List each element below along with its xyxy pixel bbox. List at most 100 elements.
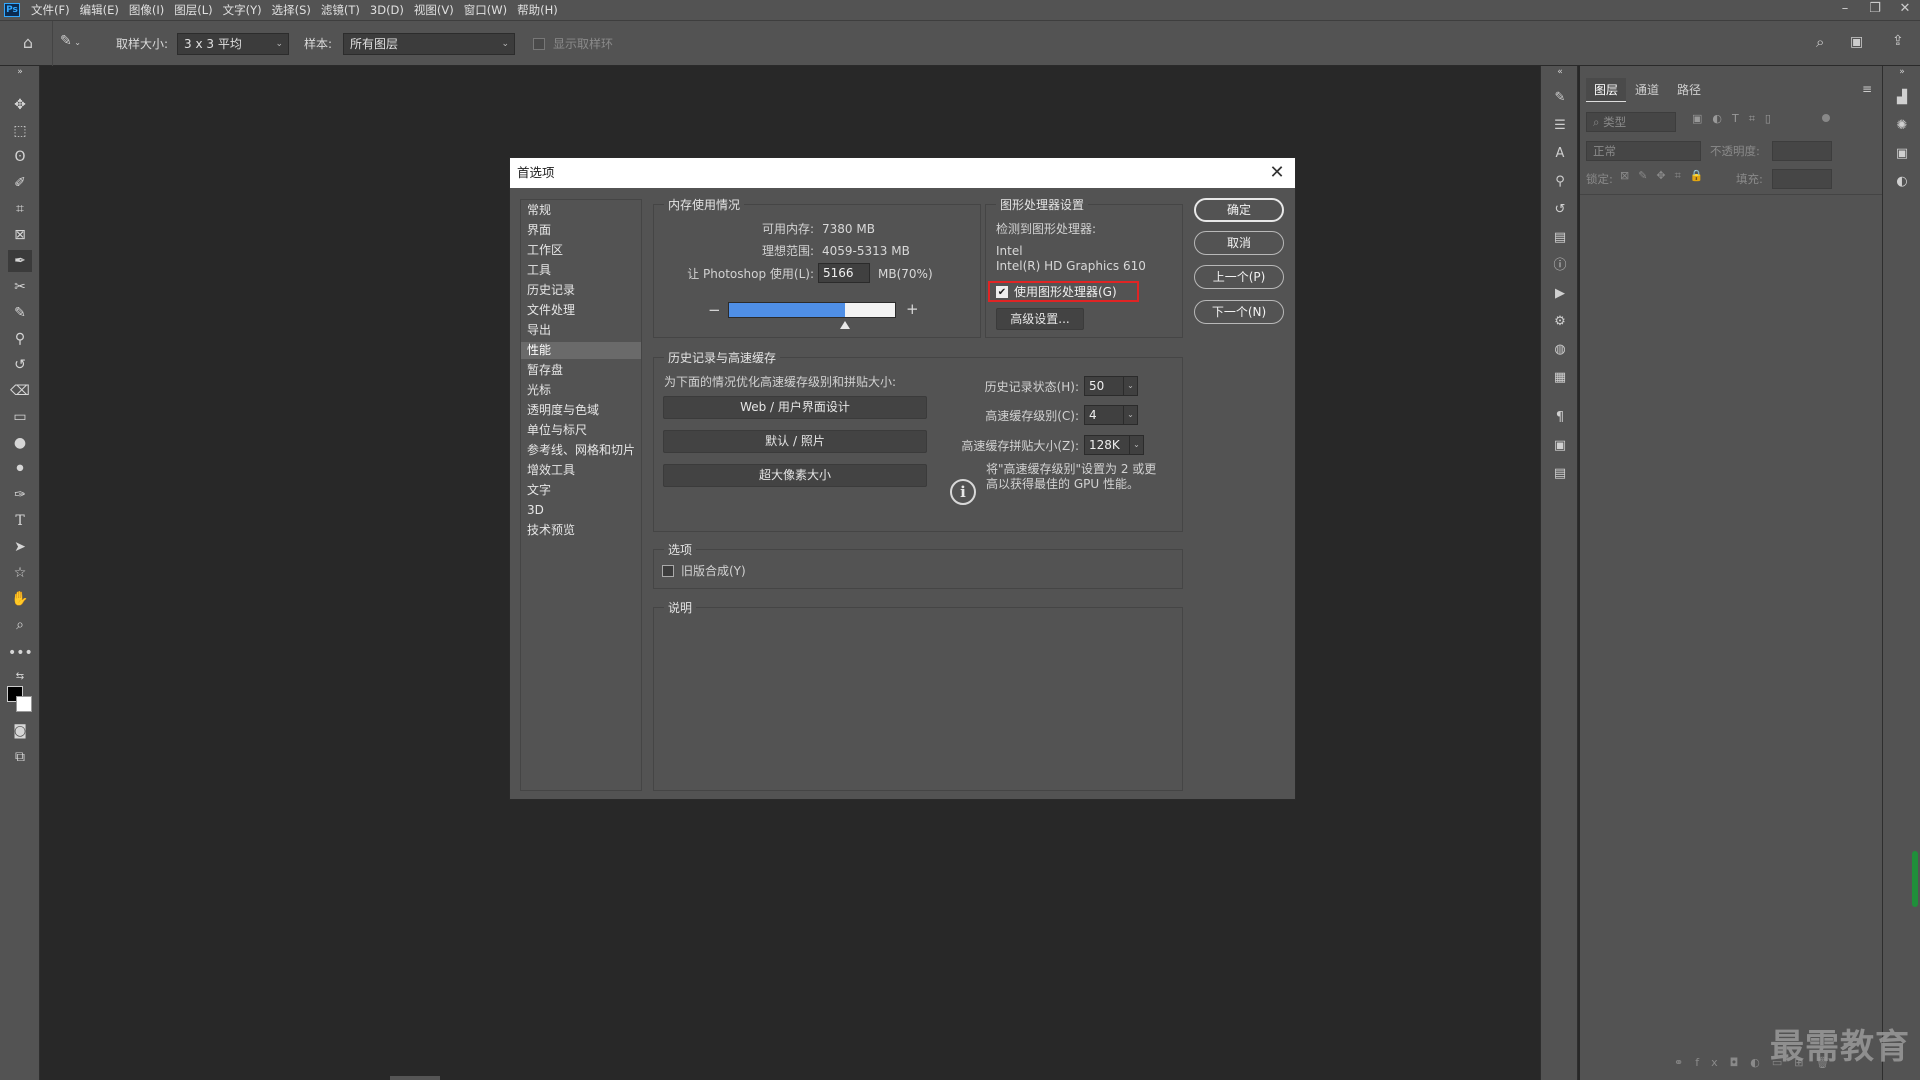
histogram-icon[interactable]: ▟ — [1892, 88, 1912, 108]
nav-tools[interactable]: 工具 — [521, 262, 641, 279]
slider-minus-icon[interactable]: − — [708, 302, 721, 318]
menu-edit[interactable]: 编辑(E) — [75, 0, 124, 20]
menu-layer[interactable]: 图层(L) — [169, 0, 217, 20]
quick-select-tool-icon[interactable]: ✐ — [8, 172, 32, 194]
history-icon[interactable]: ↺ — [1550, 200, 1570, 220]
lock-icons[interactable]: ⊠✎✥⌗🔒 — [1620, 169, 1730, 187]
next-button[interactable]: 下一个(N) — [1194, 300, 1284, 324]
eyedropper-preset-icon[interactable]: ✎ ⌄ — [60, 33, 94, 55]
blend-mode-select[interactable]: 正常 — [1586, 141, 1701, 161]
close-window-icon[interactable]: ✕ — [1890, 0, 1920, 20]
stamp-tool-icon[interactable]: ⚲ — [8, 328, 32, 350]
panel-menu-icon[interactable]: ≡ — [1862, 82, 1872, 96]
home-icon[interactable]: ⌂ — [18, 33, 38, 55]
fill-field[interactable] — [1772, 169, 1832, 189]
nav-tech-preview[interactable]: 技术预览 — [521, 522, 641, 539]
use-gpu-checkbox[interactable]: ✔ — [996, 286, 1008, 298]
brush-settings-icon[interactable]: ✎ — [1550, 88, 1570, 108]
nav-cursors[interactable]: 光标 — [521, 382, 641, 399]
nav-history[interactable]: 历史记录 — [521, 282, 641, 299]
close-icon[interactable]: ✕ — [1265, 158, 1289, 188]
eraser-tool-icon[interactable]: ⌫ — [8, 380, 32, 402]
menu-image[interactable]: 图像(I) — [124, 0, 169, 20]
menu-select[interactable]: 选择(S) — [267, 0, 316, 20]
background-color-swatch[interactable] — [16, 696, 32, 712]
notes-icon[interactable]: ▤ — [1550, 464, 1570, 484]
nav-export[interactable]: 导出 — [521, 322, 641, 339]
shape-tool-icon[interactable]: ☆ — [8, 562, 32, 584]
actions-icon[interactable]: ▶ — [1550, 284, 1570, 304]
legacy-compositing-label[interactable]: 旧版合成(Y) — [681, 563, 746, 579]
nav-plugins[interactable]: 增效工具 — [521, 462, 641, 479]
more-tools-icon[interactable]: ••• — [8, 642, 33, 664]
eyedropper-tool-icon[interactable]: ✒ — [8, 250, 32, 272]
menu-filter[interactable]: 滤镜(T) — [316, 0, 365, 20]
layer-filter-select[interactable]: ⌕ 类型 — [1586, 112, 1676, 132]
marquee-tool-icon[interactable]: ⬚ — [8, 120, 32, 142]
move-tool-icon[interactable]: ✥ — [8, 94, 32, 116]
zoom-tool-icon[interactable]: ⌕ — [8, 614, 32, 636]
advanced-settings-button[interactable]: 高级设置... — [996, 308, 1084, 330]
info-icon[interactable]: ⓘ — [1550, 256, 1570, 276]
hand-tool-icon[interactable]: ✋ — [8, 588, 32, 610]
nav-interface[interactable]: 界面 — [521, 222, 641, 239]
show-ring-checkbox[interactable] — [533, 38, 545, 50]
navigator-icon[interactable]: ✺ — [1892, 116, 1912, 136]
filter-toggle-icon[interactable] — [1822, 114, 1830, 122]
brush-tool-icon[interactable]: ✎ — [8, 302, 32, 324]
nav-workspace[interactable]: 工作区 — [521, 242, 641, 259]
history-states-select[interactable]: 50 ⌄ — [1084, 376, 1138, 396]
menu-type[interactable]: 文字(Y) — [218, 0, 267, 20]
screen-mode-icon[interactable]: ⧉ — [8, 746, 32, 768]
previous-button[interactable]: 上一个(P) — [1194, 265, 1284, 289]
collapse-arrows-icon[interactable]: » — [8, 66, 32, 78]
pen-tool-icon[interactable]: ✑ — [8, 484, 32, 506]
sample-size-select[interactable]: 3 x 3 平均 ⌄ — [177, 33, 289, 55]
lasso-tool-icon[interactable]: ʘ — [8, 146, 32, 168]
nav-units[interactable]: 单位与标尺 — [521, 422, 641, 439]
preset-default-photo-button[interactable]: 默认 / 照片 — [663, 430, 927, 453]
opacity-field[interactable] — [1772, 141, 1832, 161]
healing-tool-icon[interactable]: ✂ — [8, 276, 32, 298]
paragraph-icon[interactable]: ¶ — [1550, 408, 1570, 428]
tab-channels[interactable]: 通道 — [1626, 78, 1668, 102]
type-tool-icon[interactable]: T — [8, 510, 32, 532]
3d-icon[interactable]: ◍ — [1550, 340, 1570, 360]
nav-scratch-disks[interactable]: 暂存盘 — [521, 362, 641, 379]
collapse-arrows-icon[interactable]: « — [1550, 66, 1570, 78]
cache-levels-select[interactable]: 4 ⌄ — [1084, 405, 1138, 425]
ok-button[interactable]: 确定 — [1194, 198, 1284, 222]
menu-help[interactable]: 帮助(H) — [512, 0, 563, 20]
crop-tool-icon[interactable]: ⌗ — [8, 198, 32, 220]
nav-transparency[interactable]: 透明度与色域 — [521, 402, 641, 419]
workspace-icon[interactable]: ▣ — [1850, 34, 1868, 52]
nav-3d[interactable]: 3D — [521, 502, 641, 519]
table-icon[interactable]: ▦ — [1550, 368, 1570, 388]
scroll-indicator[interactable] — [1912, 851, 1918, 907]
paragraph-styles-icon[interactable]: ▣ — [1550, 436, 1570, 456]
search-icon[interactable]: ⌕ — [1816, 33, 1836, 55]
menu-window[interactable]: 窗口(W) — [459, 0, 512, 20]
dodge-tool-icon[interactable]: ⚫ — [8, 458, 32, 480]
restore-icon[interactable]: ❐ — [1860, 0, 1890, 20]
expand-arrows-icon[interactable]: » — [1892, 66, 1912, 78]
nav-performance[interactable]: 性能 — [521, 342, 641, 359]
cache-tile-size-select[interactable]: 128K ⌄ — [1084, 435, 1144, 455]
preset-huge-pixel-button[interactable]: 超大像素大小 — [663, 464, 927, 487]
memory-slider-track[interactable] — [728, 302, 896, 318]
share-icon[interactable]: ⇪ — [1892, 33, 1910, 53]
menu-view[interactable]: 视图(V) — [409, 0, 459, 20]
preset-web-ui-button[interactable]: Web / 用户界面设计 — [663, 396, 927, 419]
nav-type[interactable]: 文字 — [521, 482, 641, 499]
quick-mask-icon[interactable]: ◙ — [8, 720, 32, 742]
memory-use-input[interactable]: 5166 — [818, 263, 870, 283]
nav-file-handling[interactable]: 文件处理 — [521, 302, 641, 319]
blur-tool-icon[interactable]: ● — [8, 432, 32, 454]
slider-plus-icon[interactable]: + — [906, 301, 919, 317]
tab-layers[interactable]: 图层 — [1586, 78, 1626, 102]
clone-source-icon[interactable]: ⚲ — [1550, 172, 1570, 192]
legacy-compositing-checkbox[interactable] — [662, 565, 674, 577]
nav-guides[interactable]: 参考线、网格和切片 — [521, 442, 641, 459]
frame-tool-icon[interactable]: ⊠ — [8, 224, 32, 246]
properties-icon[interactable]: ⚙ — [1550, 312, 1570, 332]
